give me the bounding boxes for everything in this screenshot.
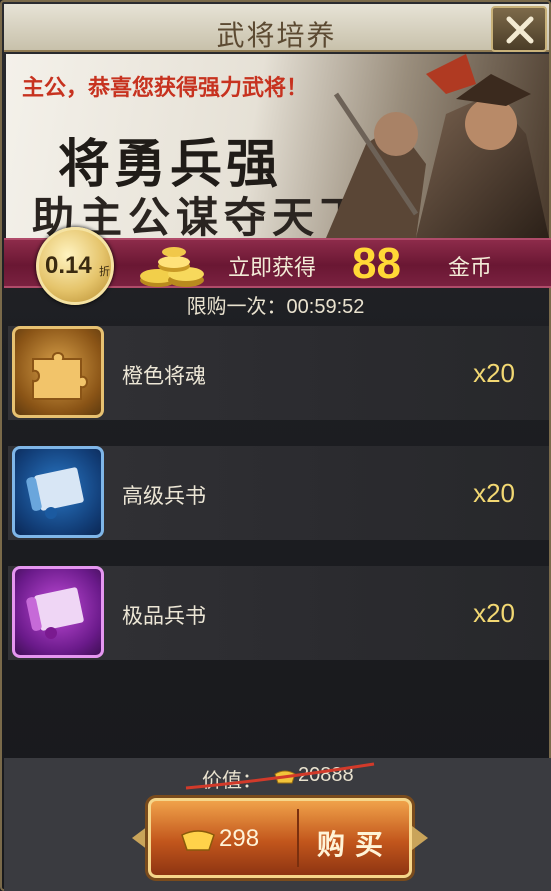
- item-quantity: x20: [473, 478, 515, 508]
- reward-item: 橙色将魂 x20: [8, 326, 549, 420]
- item-name: 橙色将魂: [122, 365, 206, 388]
- banner-slogan: 主公，恭喜您获得强力武将！: [22, 76, 309, 101]
- item-quantity: x20: [473, 358, 515, 388]
- button-divider: [297, 809, 299, 867]
- gold-coins-icon: [140, 247, 204, 287]
- reward-item: 极品兵书 x20: [8, 566, 549, 660]
- buy-price: 298: [219, 825, 260, 852]
- heroes-artwork: [326, 54, 549, 238]
- orange-puzzle-icon: [12, 326, 104, 418]
- discount-unit: 折: [99, 266, 110, 278]
- recruit-panel: 武将培养 主公，恭喜您获得强力武将！ 将勇兵强 助主公谋夺天下 0.14 折 立…: [0, 0, 551, 891]
- gold-amount: 88: [352, 239, 401, 288]
- promo-banner: 主公，恭喜您获得强力武将！ 将勇兵强 助主公谋夺天下: [6, 54, 549, 238]
- gold-unit: 金币: [448, 255, 493, 280]
- item-name: 极品兵书: [122, 605, 206, 628]
- item-quantity: x20: [473, 598, 515, 628]
- close-icon: [506, 16, 534, 44]
- purchase-limit-timer: 限购一次：00:59:52: [186, 296, 365, 318]
- title-bar: 武将培养: [4, 4, 549, 52]
- strikethrough-line: [185, 762, 375, 790]
- reward-item: 高级兵书 x20: [8, 446, 549, 540]
- item-name: 高级兵书: [122, 485, 206, 508]
- purple-scroll-icon: [12, 566, 104, 658]
- close-button[interactable]: [491, 6, 547, 52]
- blue-scroll-icon: [12, 446, 104, 538]
- page-title: 武将培养: [216, 19, 337, 52]
- buy-label: 购买: [317, 829, 394, 860]
- gold-ingot-icon: [181, 830, 215, 851]
- discount-value: 0.14: [45, 252, 92, 279]
- buy-button[interactable]: 298 购买: [148, 798, 412, 878]
- instant-get-label: 立即获得: [228, 255, 317, 280]
